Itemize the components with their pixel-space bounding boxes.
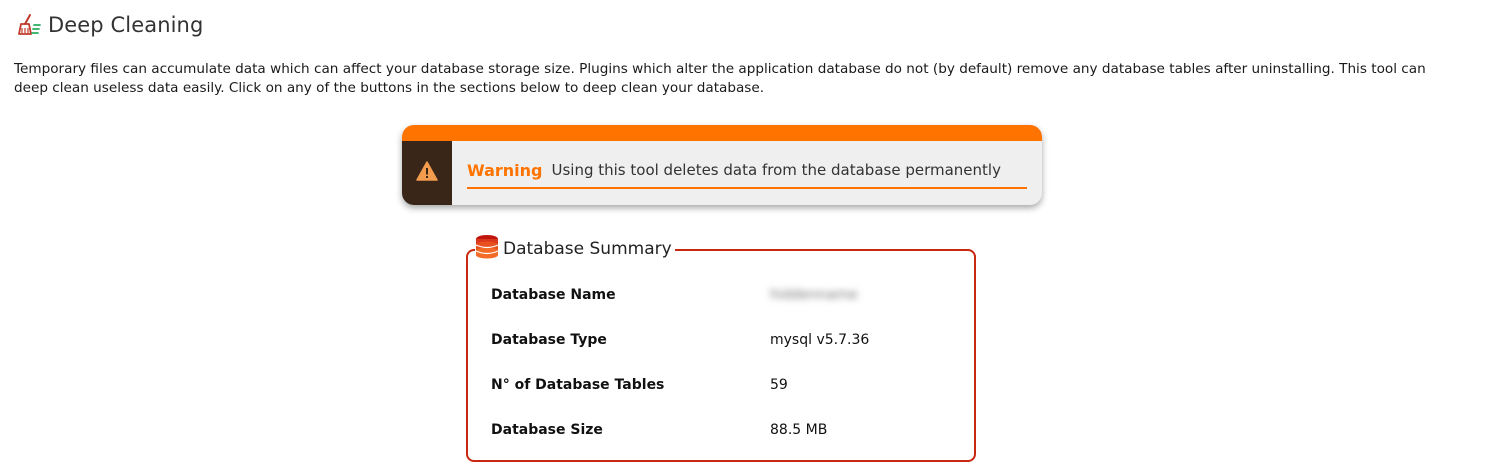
database-name-row: Database Name hiddenname xyxy=(491,285,951,330)
database-tables-label: N° of Database Tables xyxy=(491,377,665,393)
broom-icon xyxy=(16,12,42,38)
warning-topbar xyxy=(402,125,1042,141)
database-type-value: mysql v5.7.36 xyxy=(770,332,870,348)
database-name-label: Database Name xyxy=(491,287,616,303)
warning-message: Using this tool deletes data from the da… xyxy=(551,161,1001,179)
database-summary-rows: Database Name hiddenname Database Type m… xyxy=(491,285,951,465)
warning-content: Warning Using this tool deletes data fro… xyxy=(467,153,1027,189)
warning-banner: Warning Using this tool deletes data fro… xyxy=(402,125,1042,205)
database-size-label: Database Size xyxy=(491,422,603,438)
database-icon xyxy=(475,234,499,265)
database-size-row: Database Size 88.5 MB xyxy=(491,420,951,465)
database-summary-legend: Database Summary xyxy=(475,234,675,265)
warning-triangle-icon xyxy=(416,160,438,186)
database-type-label: Database Type xyxy=(491,332,607,348)
page-description: Temporary files can accumulate data whic… xyxy=(14,61,1426,96)
warning-label: Warning xyxy=(467,160,543,180)
page-title: Deep Cleaning xyxy=(48,13,204,37)
database-tables-row: N° of Database Tables 59 xyxy=(491,375,951,420)
database-tables-value: 59 xyxy=(770,377,788,393)
warning-side xyxy=(402,141,452,205)
page-header: Deep Cleaning xyxy=(16,10,203,40)
database-summary-title: Database Summary xyxy=(503,239,672,259)
database-name-value: hiddenname xyxy=(770,287,858,303)
database-type-row: Database Type mysql v5.7.36 xyxy=(491,330,951,375)
database-size-value: 88.5 MB xyxy=(770,422,828,438)
